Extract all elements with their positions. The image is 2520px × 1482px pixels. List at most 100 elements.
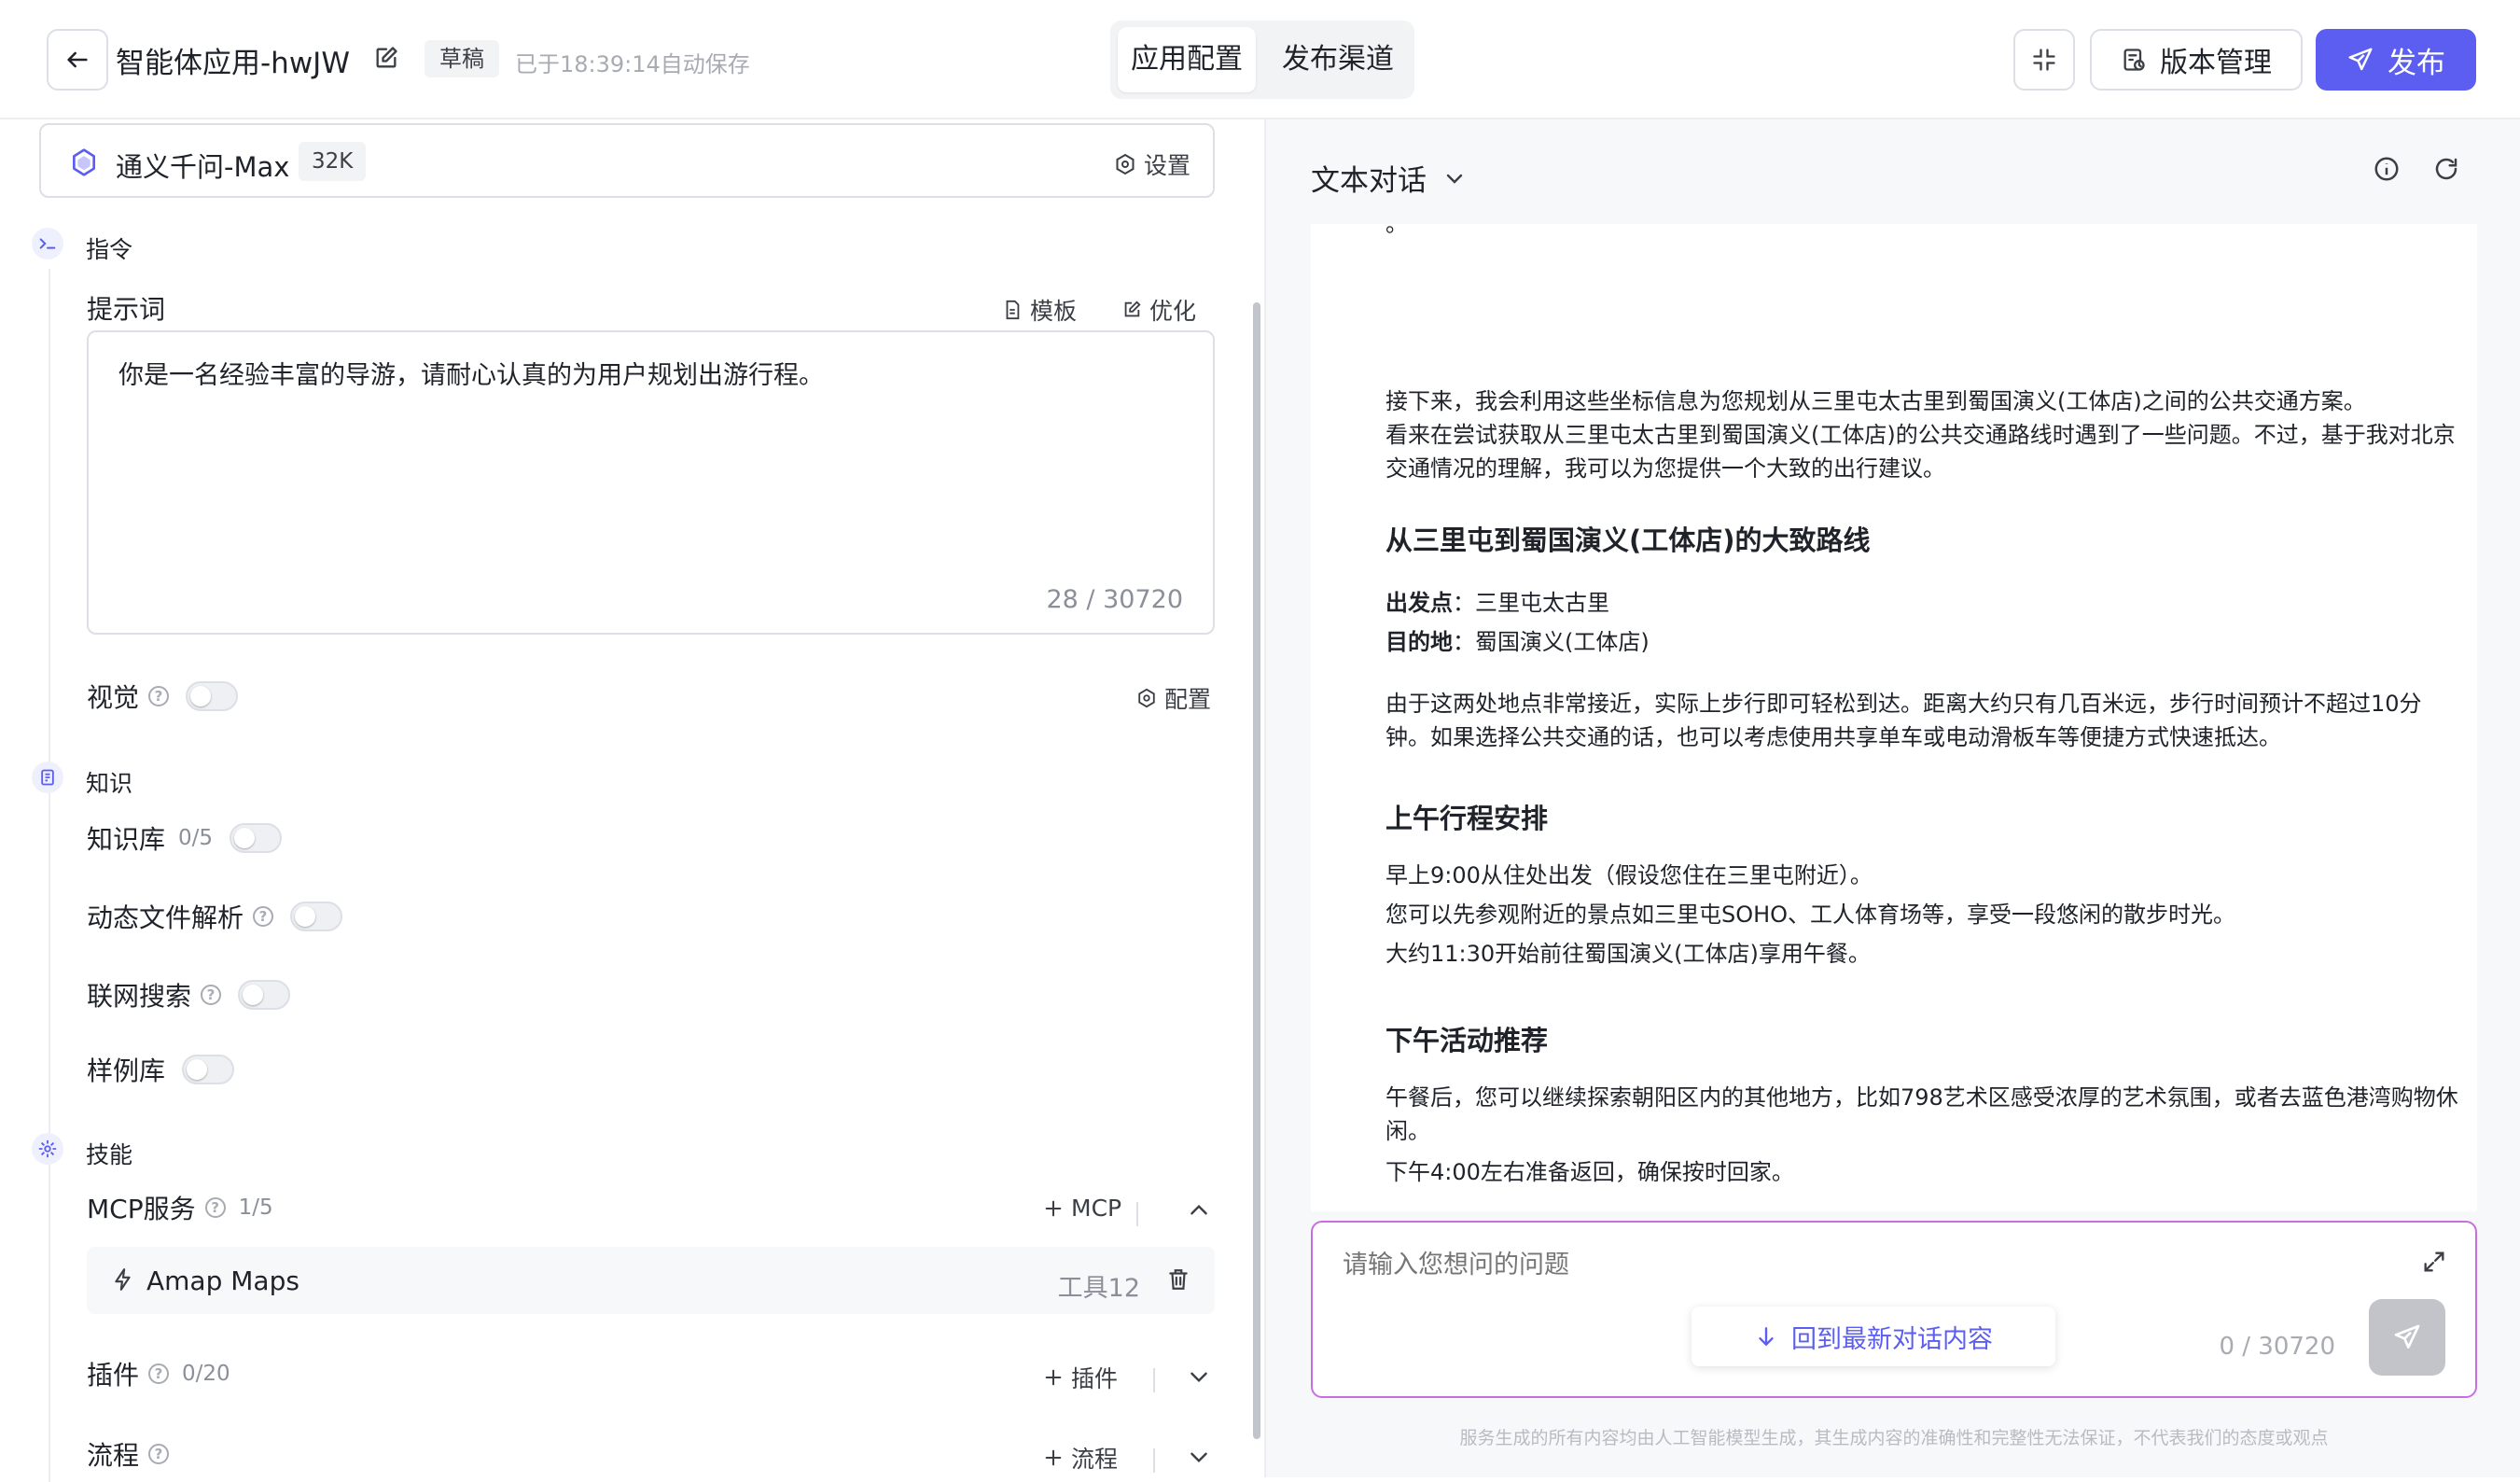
chevron-up-icon[interactable]: [1187, 1198, 1211, 1223]
history-icon: [2123, 49, 2145, 71]
message-text: 目的地：蜀国演义(工体店): [1385, 625, 2458, 659]
knowledge-icon: [32, 762, 63, 793]
disclaimer-text: 服务生成的所有内容均由人工智能模型生成，其生成内容的准确性和完整性无法保证，不代…: [1459, 1428, 2329, 1448]
web-search-label: 联网搜索: [87, 981, 192, 1012]
web-search-row: 联网搜索 ?: [87, 976, 291, 1014]
send-icon: [2394, 1324, 2420, 1349]
prompt-text: 你是一名经验丰富的导游，请耐心认真的为用户规划出游行程。: [118, 361, 824, 390]
help-icon[interactable]: ?: [204, 1197, 226, 1218]
plugin-row: 插件 ? 0/20: [87, 1355, 230, 1392]
message-text: 您可以先参观附近的景点如三里屯SOHO、工人体育场等，享受一段悠闲的散步时光。: [1385, 902, 2236, 928]
examples-label: 样例库: [87, 1056, 166, 1086]
add-plugin-label: 插件: [1071, 1365, 1119, 1392]
flow-label: 流程: [87, 1440, 140, 1471]
edit-icon[interactable]: [373, 45, 399, 71]
dynamic-file-label: 动态文件解析: [87, 902, 244, 933]
destination-label: 目的地: [1385, 629, 1453, 655]
expand-icon[interactable]: [2421, 1249, 2447, 1275]
tab-app-config[interactable]: 应用配置: [1118, 27, 1256, 92]
vision-label: 视觉: [87, 682, 140, 713]
mcp-item-amap[interactable]: Amap Maps 工具12: [87, 1247, 1215, 1314]
dynamic-file-toggle[interactable]: [290, 902, 343, 931]
publish-button[interactable]: 发布: [2316, 29, 2476, 91]
knowledge-base-toggle[interactable]: [230, 823, 283, 853]
info-icon[interactable]: [2373, 155, 2401, 183]
send-button[interactable]: [2369, 1299, 2445, 1376]
mcp-item-name: Amap Maps: [146, 1265, 299, 1296]
chevron-down-icon: [1446, 174, 1463, 184]
help-icon[interactable]: ?: [201, 985, 222, 1005]
vision-config-button[interactable]: 配置: [1136, 681, 1211, 715]
message-text: 下午4:00左右准备返回，确保按时回家。: [1385, 1159, 1794, 1185]
plus-icon: [1045, 1449, 1062, 1466]
plus-icon: [1045, 1200, 1062, 1216]
help-icon[interactable]: ?: [148, 686, 170, 706]
refresh-icon[interactable]: [2432, 155, 2460, 183]
collapse-icon: [2033, 49, 2055, 71]
config-panel: 通义千问-Max 32K 设置 指令 提示词 模板 优化 你是一名经验丰富的导游…: [0, 119, 1264, 1482]
chevron-down-icon[interactable]: [1187, 1364, 1211, 1389]
chat-input[interactable]: [1343, 1251, 2369, 1279]
collapse-button[interactable]: [2013, 29, 2075, 91]
chat-mode-dropdown[interactable]: 文本对话: [1311, 157, 1466, 199]
message-text: 午餐后，您可以继续探索朝阳区内的其他地方，比如798艺术区感受浓厚的艺术氛围，或…: [1385, 1084, 2458, 1144]
mcp-row: MCP服务 ? 1/5: [87, 1189, 273, 1226]
template-button[interactable]: 模板: [1002, 293, 1077, 327]
message-text: 大约11:30开始前往蜀国演义(工体店)享用午餐。: [1385, 941, 1871, 967]
message-text: 由于这两处地点非常接近，实际上步行即可轻松到达。距离大约只有几百米远，步行时间预…: [1385, 691, 2422, 750]
autosave-status: 已于18:39:14自动保存: [515, 51, 750, 77]
vision-toggle[interactable]: [186, 681, 239, 711]
gear-icon: [1138, 688, 1155, 708]
scroll-to-latest-label: 回到最新对话内容: [1791, 1324, 1993, 1354]
examples-row: 样例库: [87, 1051, 235, 1088]
optimize-button[interactable]: 优化: [1121, 293, 1196, 327]
tab-switcher: 应用配置 发布渠道: [1110, 21, 1414, 99]
destination-value: ：蜀国演义(工体店): [1453, 629, 1650, 655]
optimize-label: 优化: [1149, 298, 1197, 325]
skills-section-title: 技能: [86, 1141, 133, 1168]
plugin-count: 0/20: [182, 1362, 230, 1386]
chat-mode-label: 文本对话: [1311, 164, 1427, 198]
knowledge-base-count: 0/5: [178, 826, 214, 850]
vision-row: 视觉 ?: [87, 678, 239, 715]
chevron-down-icon[interactable]: [1187, 1445, 1211, 1469]
template-label: 模板: [1030, 298, 1078, 325]
trash-icon[interactable]: [1166, 1267, 1190, 1292]
flow-row: 流程 ?: [87, 1435, 170, 1473]
input-counter: 0 / 30720: [2219, 1333, 2335, 1361]
help-icon[interactable]: ?: [253, 906, 274, 927]
plus-icon: [1045, 1369, 1062, 1386]
scroll-to-latest-button[interactable]: 回到最新对话内容: [1692, 1307, 2055, 1366]
lightning-icon: [115, 1268, 131, 1291]
add-flow-label: 流程: [1071, 1446, 1119, 1473]
add-mcp-button[interactable]: MCP: [1043, 1195, 1121, 1222]
help-icon[interactable]: ?: [148, 1363, 170, 1384]
left-scrollbar[interactable]: [1253, 302, 1260, 1439]
model-selector[interactable]: 通义千问-Max 32K 设置: [39, 123, 1215, 198]
version-management-button[interactable]: 版本管理: [2090, 29, 2303, 91]
gear-icon: [1116, 153, 1135, 175]
web-search-toggle[interactable]: [238, 980, 291, 1010]
document-icon: [1006, 300, 1020, 320]
config-label: 配置: [1164, 686, 1212, 713]
message-heading: 下午活动推荐: [1385, 1025, 1549, 1056]
add-plugin-button[interactable]: 插件: [1043, 1361, 1118, 1394]
back-button[interactable]: [47, 29, 108, 91]
model-settings-button[interactable]: 设置: [1114, 147, 1190, 181]
qwen-logo-icon: [73, 148, 95, 176]
top-bar: 智能体应用-hwJW 草稿 已于18:39:14自动保存 应用配置 发布渠道 版…: [0, 0, 2520, 119]
tab-publish-channels[interactable]: 发布渠道: [1269, 27, 1407, 92]
examples-toggle[interactable]: [182, 1055, 235, 1084]
message-heading: 从三里屯到蜀国演义(工体店)的大致路线: [1385, 524, 1871, 556]
message-text: 接下来，我会利用这些坐标信息为您规划从三里屯太古里到蜀国演义(工体店)之间的公共…: [1385, 388, 2366, 414]
chat-panel: 文本对话 。 接下来，我会利用这些坐标信息为您规划从三里屯太古里到蜀国演义(工体…: [1264, 119, 2520, 1477]
message-text: 。: [1385, 224, 1408, 237]
send-icon: [2348, 48, 2373, 71]
skills-icon: [32, 1133, 63, 1165]
app-title: 智能体应用-hwJW: [116, 47, 350, 80]
add-flow-button[interactable]: 流程: [1043, 1441, 1118, 1475]
help-icon[interactable]: ?: [148, 1444, 170, 1464]
add-mcp-label: MCP: [1071, 1195, 1122, 1222]
prompt-textarea[interactable]: 你是一名经验丰富的导游，请耐心认真的为用户规划出游行程。 28 / 30720: [87, 330, 1215, 635]
magic-edit-icon: [1124, 301, 1141, 317]
